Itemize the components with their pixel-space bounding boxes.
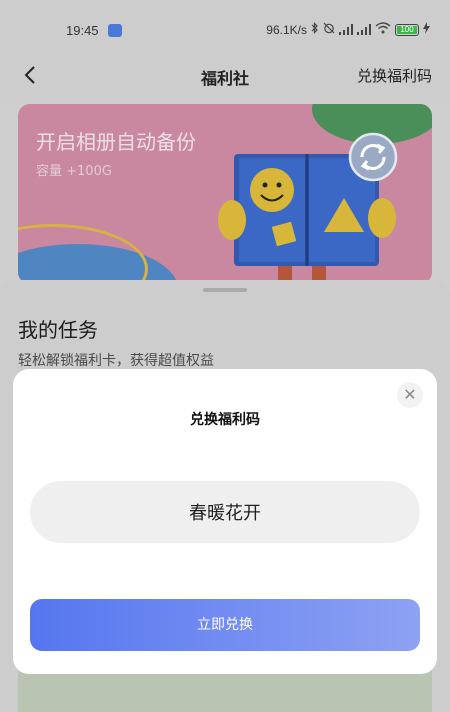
status-time: 19:45 bbox=[66, 23, 99, 38]
tasks-title: 我的任务 bbox=[18, 318, 98, 342]
signal-icon bbox=[357, 24, 371, 35]
redeem-dialog: ✕ 兑换福利码 立即兑换 bbox=[13, 369, 437, 674]
alarm-icon bbox=[323, 22, 335, 37]
sync-icon bbox=[348, 132, 398, 186]
dialog-title: 兑换福利码 bbox=[190, 412, 260, 428]
network-speed: 96.1K/s bbox=[266, 22, 307, 37]
banner-subtitle: 容量 +100G bbox=[36, 164, 112, 179]
promo-banner[interactable]: 开启相册自动备份 容量 +100G bbox=[18, 104, 432, 284]
redeem-code-link[interactable]: 兑换福利码 bbox=[357, 65, 432, 86]
nav-bar: 福利社 兑换福利码 bbox=[0, 46, 450, 104]
close-icon[interactable]: ✕ bbox=[397, 382, 423, 408]
status-bar: 19:45 96.1K/s 100 bbox=[0, 0, 450, 46]
drag-handle[interactable] bbox=[203, 288, 247, 292]
redeem-code-input[interactable] bbox=[30, 481, 420, 543]
tasks-subtitle: 轻松解锁福利卡，获得超值权益 bbox=[18, 353, 214, 369]
banner-title: 开启相册自动备份 bbox=[36, 130, 196, 154]
charging-icon bbox=[423, 22, 430, 37]
redeem-button[interactable]: 立即兑换 bbox=[30, 599, 420, 651]
status-indicators: 96.1K/s 100 bbox=[266, 22, 430, 37]
battery-icon: 100 bbox=[395, 23, 419, 36]
cloud-icon bbox=[108, 24, 122, 37]
wifi-icon bbox=[375, 22, 391, 37]
banner-decoration bbox=[18, 224, 148, 284]
signal-icon bbox=[339, 24, 353, 35]
battery-level: 100 bbox=[400, 24, 414, 34]
bluetooth-icon bbox=[311, 22, 319, 37]
